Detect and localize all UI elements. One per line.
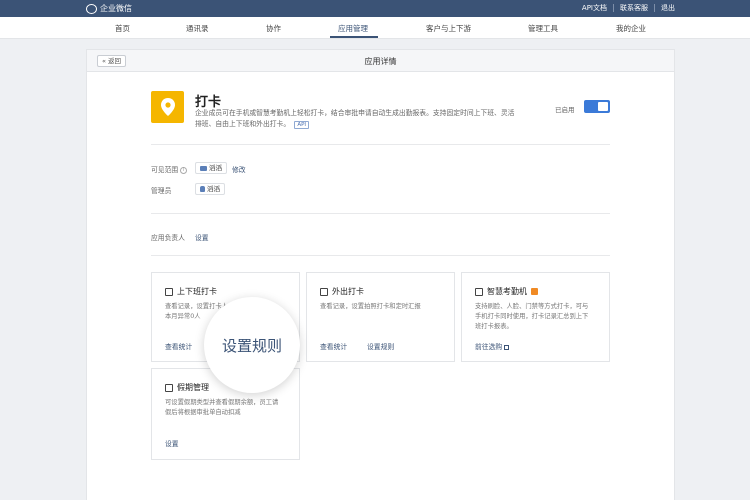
visibility-chip[interactable]: 滔滔	[195, 162, 227, 174]
person-icon	[200, 186, 205, 192]
camera-icon	[320, 287, 328, 296]
card-description-line: 假后将根据审批单自动扣减	[165, 409, 241, 416]
card-title: 假期管理	[165, 382, 209, 393]
enable-toggle[interactable]	[584, 100, 610, 113]
status-label: 已启用	[555, 106, 575, 114]
admins-label: 管理员	[151, 187, 172, 195]
nav-item-home[interactable]: 首页	[115, 23, 130, 34]
settings-link[interactable]: 设置	[165, 438, 179, 448]
app-description-line: 企业成员可在手机或智慧考勤机上轻松打卡，结合审批申请自动生成出勤报表。支持固定时…	[195, 109, 515, 117]
card-outing-punch: 外出打卡 查看记录，设置拍照打卡和定时汇报 查看统计 设置规则	[306, 272, 455, 362]
active-tab-indicator	[330, 36, 378, 38]
card-title: 外出打卡	[320, 286, 364, 297]
card-description: 查看记录，设置拍照打卡和定时汇报	[320, 302, 421, 312]
location-pin-icon	[160, 98, 175, 116]
card-title: 智慧考勤机	[475, 286, 538, 297]
nav-item-admin-tools[interactable]: 管理工具	[528, 23, 558, 34]
visibility-chip-label: 滔滔	[209, 164, 222, 172]
admin-chip-label: 滔滔	[207, 185, 220, 193]
nav-item-collaboration[interactable]: 协作	[266, 23, 281, 34]
divider	[151, 255, 610, 256]
admin-chip[interactable]: 滔滔	[195, 183, 225, 195]
main-nav: 首页 通讯录 协作 应用管理 客户与上下游 管理工具 我的企业	[0, 17, 750, 39]
panel-header: « 返回 应用详情	[87, 50, 674, 72]
nav-item-my-enterprise[interactable]: 我的企业	[616, 23, 646, 34]
brand-name: 企业微信	[100, 4, 132, 13]
nav-item-customers[interactable]: 客户与上下游	[426, 23, 471, 34]
edit-visibility-link[interactable]: 修改	[232, 164, 246, 174]
card-description-line: 可设置假期类型并查看假期余额，员工请	[165, 399, 279, 406]
brand[interactable]: 企业微信	[86, 3, 132, 14]
api-badge[interactable]: API	[294, 121, 310, 129]
card-title-text: 假期管理	[177, 383, 209, 392]
card-title-text: 外出打卡	[332, 287, 364, 296]
visibility-label-text: 可见范围	[151, 166, 179, 174]
owner-label: 应用负责人	[151, 234, 185, 242]
app-description: 企业成员可在手机或智慧考勤机上轻松打卡，结合审批申请自动生成出勤报表。支持固定时…	[195, 108, 560, 130]
info-icon[interactable]: i	[180, 166, 188, 174]
folder-icon	[200, 165, 207, 171]
buy-link-label: 前往选购	[475, 343, 503, 351]
card-smart-device: 智慧考勤机 支持刷脸、人脸、门禁等方式打卡，可与 手机打卡同时使用，打卡记录汇总…	[461, 272, 610, 362]
divider	[151, 213, 610, 214]
card-title-text: 智慧考勤机	[487, 287, 527, 296]
api-docs-link[interactable]: API文档	[582, 3, 607, 13]
card-description-line: 本月异常0人	[165, 313, 201, 320]
set-rules-link[interactable]: 设置规则	[367, 341, 394, 351]
card-title: 上下班打卡	[165, 286, 217, 297]
card-title-text: 上下班打卡	[177, 287, 217, 296]
card-description-line: 查看记录，设置拍照打卡和定时汇报	[320, 303, 421, 310]
card-description-line: 手机打卡同时使用，打卡记录汇总到上下	[475, 313, 589, 320]
set-owner-link[interactable]: 设置	[195, 232, 209, 242]
divider	[613, 4, 614, 12]
document-icon	[165, 287, 173, 296]
card-description-line: 班打卡报表。	[475, 323, 513, 330]
app-icon	[151, 91, 184, 123]
divider	[654, 4, 655, 12]
divider	[151, 144, 610, 145]
app-description-line: 排班、自由上下班和外出打卡。	[195, 120, 291, 128]
view-stats-link[interactable]: 查看统计	[320, 341, 347, 351]
top-bar: 企业微信 API文档 联系客服 退出	[0, 0, 750, 17]
nav-item-app-management[interactable]: 应用管理	[338, 23, 368, 34]
wecom-logo-icon	[86, 3, 97, 14]
device-icon	[475, 287, 483, 296]
card-description: 可设置假期类型并查看假期余额，员工请 假后将根据审批单自动扣减	[165, 398, 278, 418]
card-description: 支持刷脸、人脸、门禁等方式打卡，可与 手机打卡同时使用，打卡记录汇总到上下 班打…	[475, 302, 588, 332]
page-title: 应用详情	[364, 57, 397, 66]
magnified-set-rules-label[interactable]: 设置规则	[222, 335, 282, 356]
cup-icon	[165, 383, 173, 392]
magnifier-callout: 设置规则	[204, 297, 300, 393]
toggle-knob	[598, 102, 608, 111]
nav-item-contacts[interactable]: 通讯录	[186, 23, 209, 34]
visibility-label: 可见范围 i	[151, 164, 188, 174]
top-links: API文档 联系客服 退出	[582, 3, 675, 13]
card-description-line: 支持刷脸、人脸、门禁等方式打卡，可与	[475, 303, 589, 310]
contact-support-link[interactable]: 联系客服	[620, 3, 648, 13]
buy-link[interactable]: 前往选购	[475, 341, 510, 351]
view-stats-link[interactable]: 查看统计	[165, 341, 192, 351]
external-link-icon	[504, 344, 510, 350]
new-badge	[531, 288, 538, 295]
logout-link[interactable]: 退出	[661, 3, 675, 13]
